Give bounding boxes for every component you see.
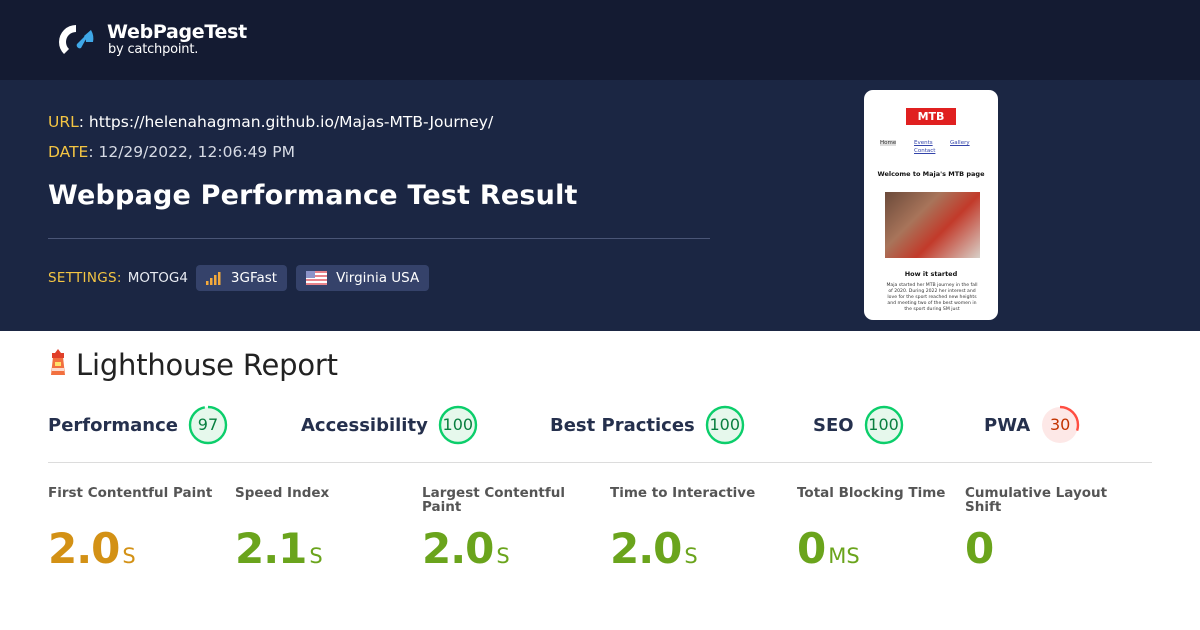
score-gauge: 30 [1040, 405, 1080, 445]
metric-unit: S [684, 544, 698, 568]
url-line: URL: https://helenahagman.github.io/Maja… [48, 113, 494, 131]
category-seo[interactable]: SEO 100 [813, 403, 904, 447]
url-value[interactable]: https://helenahagman.github.io/Majas-MTB… [89, 113, 493, 131]
test-settings: SETTINGS: MOTOG4 3GFast Virginia USA [48, 265, 438, 291]
metric-value: 2.0 [422, 524, 494, 573]
divider [48, 238, 710, 239]
location-badge: Virginia USA [296, 265, 430, 291]
score-value: 97 [197, 415, 219, 434]
connection-badge: 3GFast [195, 265, 288, 291]
metric-speed-index: Speed Index 2.1 S [235, 485, 405, 573]
metric-total-blocking-time: Total Blocking Time 0 MS [797, 485, 967, 573]
category-pwa[interactable]: PWA 30 [984, 403, 1080, 447]
page-title: Webpage Performance Test Result [48, 180, 578, 211]
metric-unit: MS [828, 544, 860, 568]
lighthouse-header: Lighthouse Report [48, 345, 338, 385]
brand-sub: by catchpoint. [108, 42, 199, 57]
date-value: 12/29/2022, 12:06:49 PM [98, 143, 295, 161]
thumbnail-nav-item: Events [914, 140, 933, 146]
metric-value-group: 2.0 S [610, 524, 698, 573]
lighthouse-icon [48, 349, 68, 381]
metric-label: Largest Contentful Paint [422, 485, 565, 515]
score-gauge: 97 [188, 405, 228, 445]
score-value: 30 [1049, 415, 1071, 434]
metric-unit: S [496, 544, 510, 568]
webpagetest-logo[interactable]: WebPageTest by catchpoint. [55, 20, 255, 60]
url-key: URL [48, 113, 79, 131]
metric-value-group: 0 [965, 524, 996, 573]
metric-unit: S [309, 544, 323, 568]
section-divider [48, 462, 1152, 463]
metric-label: Time to Interactive [610, 485, 756, 501]
metric-value-group: 0 MS [797, 524, 860, 573]
us-flag-icon [306, 271, 328, 285]
thumbnail-nav-item: Gallery [950, 140, 970, 146]
date-key: DATE [48, 143, 89, 161]
metric-value-group: 2.0 S [422, 524, 510, 573]
score-gauge: 100 [438, 405, 478, 445]
metric-value-group: 2.1 S [235, 524, 323, 573]
settings-key: SETTINGS: [48, 270, 122, 286]
metric-label: Speed Index [235, 485, 330, 501]
score-gauge: 100 [705, 405, 745, 445]
signal-bars-icon [205, 271, 222, 285]
page-screenshot-thumbnail[interactable]: MTB Home Events Gallery Contact Welcome … [864, 90, 998, 320]
category-label: Performance [48, 414, 178, 436]
thumbnail-subheading: How it started [904, 270, 958, 278]
metric-time-to-interactive: Time to Interactive 2.0 S [610, 485, 780, 573]
metric-unit: S [122, 544, 136, 568]
webpagetest-logo-icon [59, 25, 94, 54]
metric-label: Total Blocking Time [797, 485, 946, 501]
thumbnail-paragraph: Maja started her MTB journey in the fall… [886, 283, 978, 312]
metric-value-group: 2.0 S [48, 524, 136, 573]
category-best-practices[interactable]: Best Practices 100 [550, 403, 745, 447]
metric-cumulative-layout-shift: Cumulative Layout Shift 0 [965, 485, 1135, 573]
metric-value: 0 [965, 524, 994, 573]
score-value: 100 [868, 415, 899, 434]
metric-value: 2.0 [610, 524, 682, 573]
connection-label: 3GFast [230, 270, 278, 286]
thumbnail-nav-item: Home [880, 140, 897, 146]
category-label: Best Practices [550, 414, 695, 436]
metric-value: 2.1 [235, 524, 307, 573]
thumbnail-nav-item: Contact [914, 148, 936, 154]
brand-name: WebPageTest [107, 21, 247, 43]
metric-value: 2.0 [48, 524, 120, 573]
thumbnail-heading: Welcome to Maja's MTB page [877, 170, 985, 178]
category-accessibility[interactable]: Accessibility 100 [301, 403, 478, 447]
date-line: DATE: 12/29/2022, 12:06:49 PM [48, 143, 295, 161]
metric-label: First Contentful Paint [48, 485, 213, 501]
category-label: SEO [813, 414, 854, 436]
category-performance[interactable]: Performance 97 [48, 403, 228, 447]
location-label: Virginia USA [336, 270, 420, 286]
category-label: PWA [984, 414, 1031, 436]
thumbnail-logo: MTB [906, 108, 956, 125]
score-value: 100 [709, 415, 741, 434]
score-gauge: 100 [864, 405, 904, 445]
metric-largest-contentful-paint: Largest Contentful Paint 2.0 S [422, 485, 592, 573]
site-header: WebPageTest by catchpoint. [0, 0, 1200, 80]
category-label: Accessibility [301, 414, 428, 436]
thumbnail-photo [885, 192, 980, 258]
score-value: 100 [442, 415, 474, 434]
metric-value: 0 [797, 524, 826, 573]
device-label: MOTOG4 [127, 270, 188, 286]
lighthouse-heading: Lighthouse Report [76, 348, 338, 382]
metric-first-contentful-paint: First Contentful Paint 2.0 S [48, 485, 218, 573]
metric-label: Cumulative Layout Shift [965, 485, 1108, 515]
